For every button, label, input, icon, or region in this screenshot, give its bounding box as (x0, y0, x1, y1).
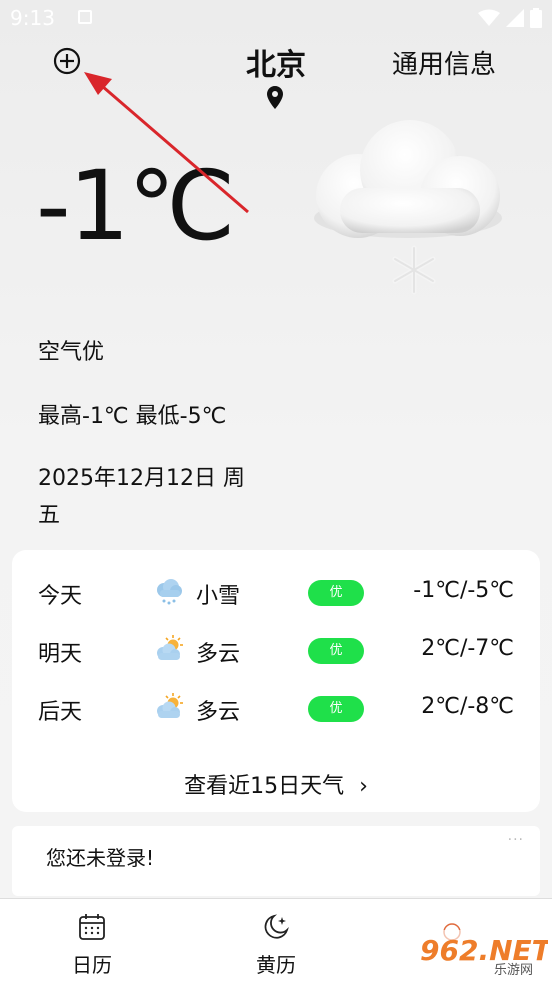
aqi-badge: 优 (308, 580, 364, 606)
weekday-text: 五 (38, 503, 61, 528)
nav-label: 黄历 (256, 953, 296, 977)
forecast-card: 今天 小雪 优 -1℃/-5℃ 明天 多云 优 2℃/-7℃ 后天 多云 优 2… (12, 550, 540, 812)
forecast-condition: 多云 (196, 642, 241, 667)
forecast-condition: 多云 (196, 700, 241, 725)
login-message: 您还未登录! (46, 846, 155, 870)
status-time: 9:13 (10, 6, 55, 30)
forecast-day: 今天 (38, 584, 83, 609)
forecast-row-today[interactable]: 今天 小雪 优 -1℃/-5℃ (12, 572, 540, 612)
forecast-day: 后天 (38, 700, 83, 725)
status-bar: 9:13 (0, 0, 552, 36)
status-icons (478, 8, 542, 28)
forecast-condition: 小雪 (196, 584, 241, 609)
view-15-day-button[interactable]: 查看近15日天气 › (12, 768, 540, 800)
forecast-row-day-after[interactable]: 后天 多云 优 2℃/-8℃ (12, 688, 540, 728)
partly-cloudy-icon (157, 635, 183, 660)
location-pin-icon (267, 86, 283, 109)
header: 北京 通用信息 (0, 36, 552, 116)
watermark-logo: 962.NET 乐游网 (412, 923, 548, 978)
nav-item-calendar[interactable]: 日历 (42, 913, 142, 978)
forecast-row-tomorrow[interactable]: 明天 多云 优 2℃/-7℃ (12, 630, 540, 670)
high-low-text: 最高-1℃ 最低-5℃ (38, 404, 227, 429)
forecast-day: 明天 (38, 642, 83, 667)
nav-label: 日历 (72, 953, 112, 977)
date-text: 2025年12月12日 周 (38, 466, 245, 491)
calendar-icon (79, 914, 105, 940)
nav-item-almanac[interactable]: 黄历 (226, 913, 326, 978)
snow-cloud-icon (314, 120, 502, 295)
forecast-range: 2℃/-7℃ (421, 636, 514, 661)
aqi-badge: 优 (308, 696, 364, 722)
current-temperature: -1℃ (36, 150, 236, 262)
login-card[interactable]: 您还未登录! ··· (12, 826, 540, 896)
light-snow-icon (157, 579, 182, 605)
air-quality-text: 空气优 (38, 340, 105, 365)
more-dots-icon[interactable]: ··· (508, 832, 524, 848)
forecast-range: 2℃/-8℃ (421, 694, 514, 719)
view-15-day-label: 查看近15日天气 (184, 774, 345, 799)
moon-stars-icon (264, 914, 289, 939)
forecast-range: -1℃/-5℃ (413, 578, 514, 603)
watermark-subtext: 乐游网 (494, 963, 533, 978)
battery-icon (530, 8, 542, 28)
chevron-right-icon: › (359, 774, 368, 799)
partly-cloudy-icon (157, 693, 183, 718)
notification-icon (78, 10, 92, 24)
wifi-icon (478, 9, 500, 26)
general-info-link[interactable]: 通用信息 (392, 44, 496, 81)
aqi-badge: 优 (308, 638, 364, 664)
signal-icon (506, 9, 524, 27)
